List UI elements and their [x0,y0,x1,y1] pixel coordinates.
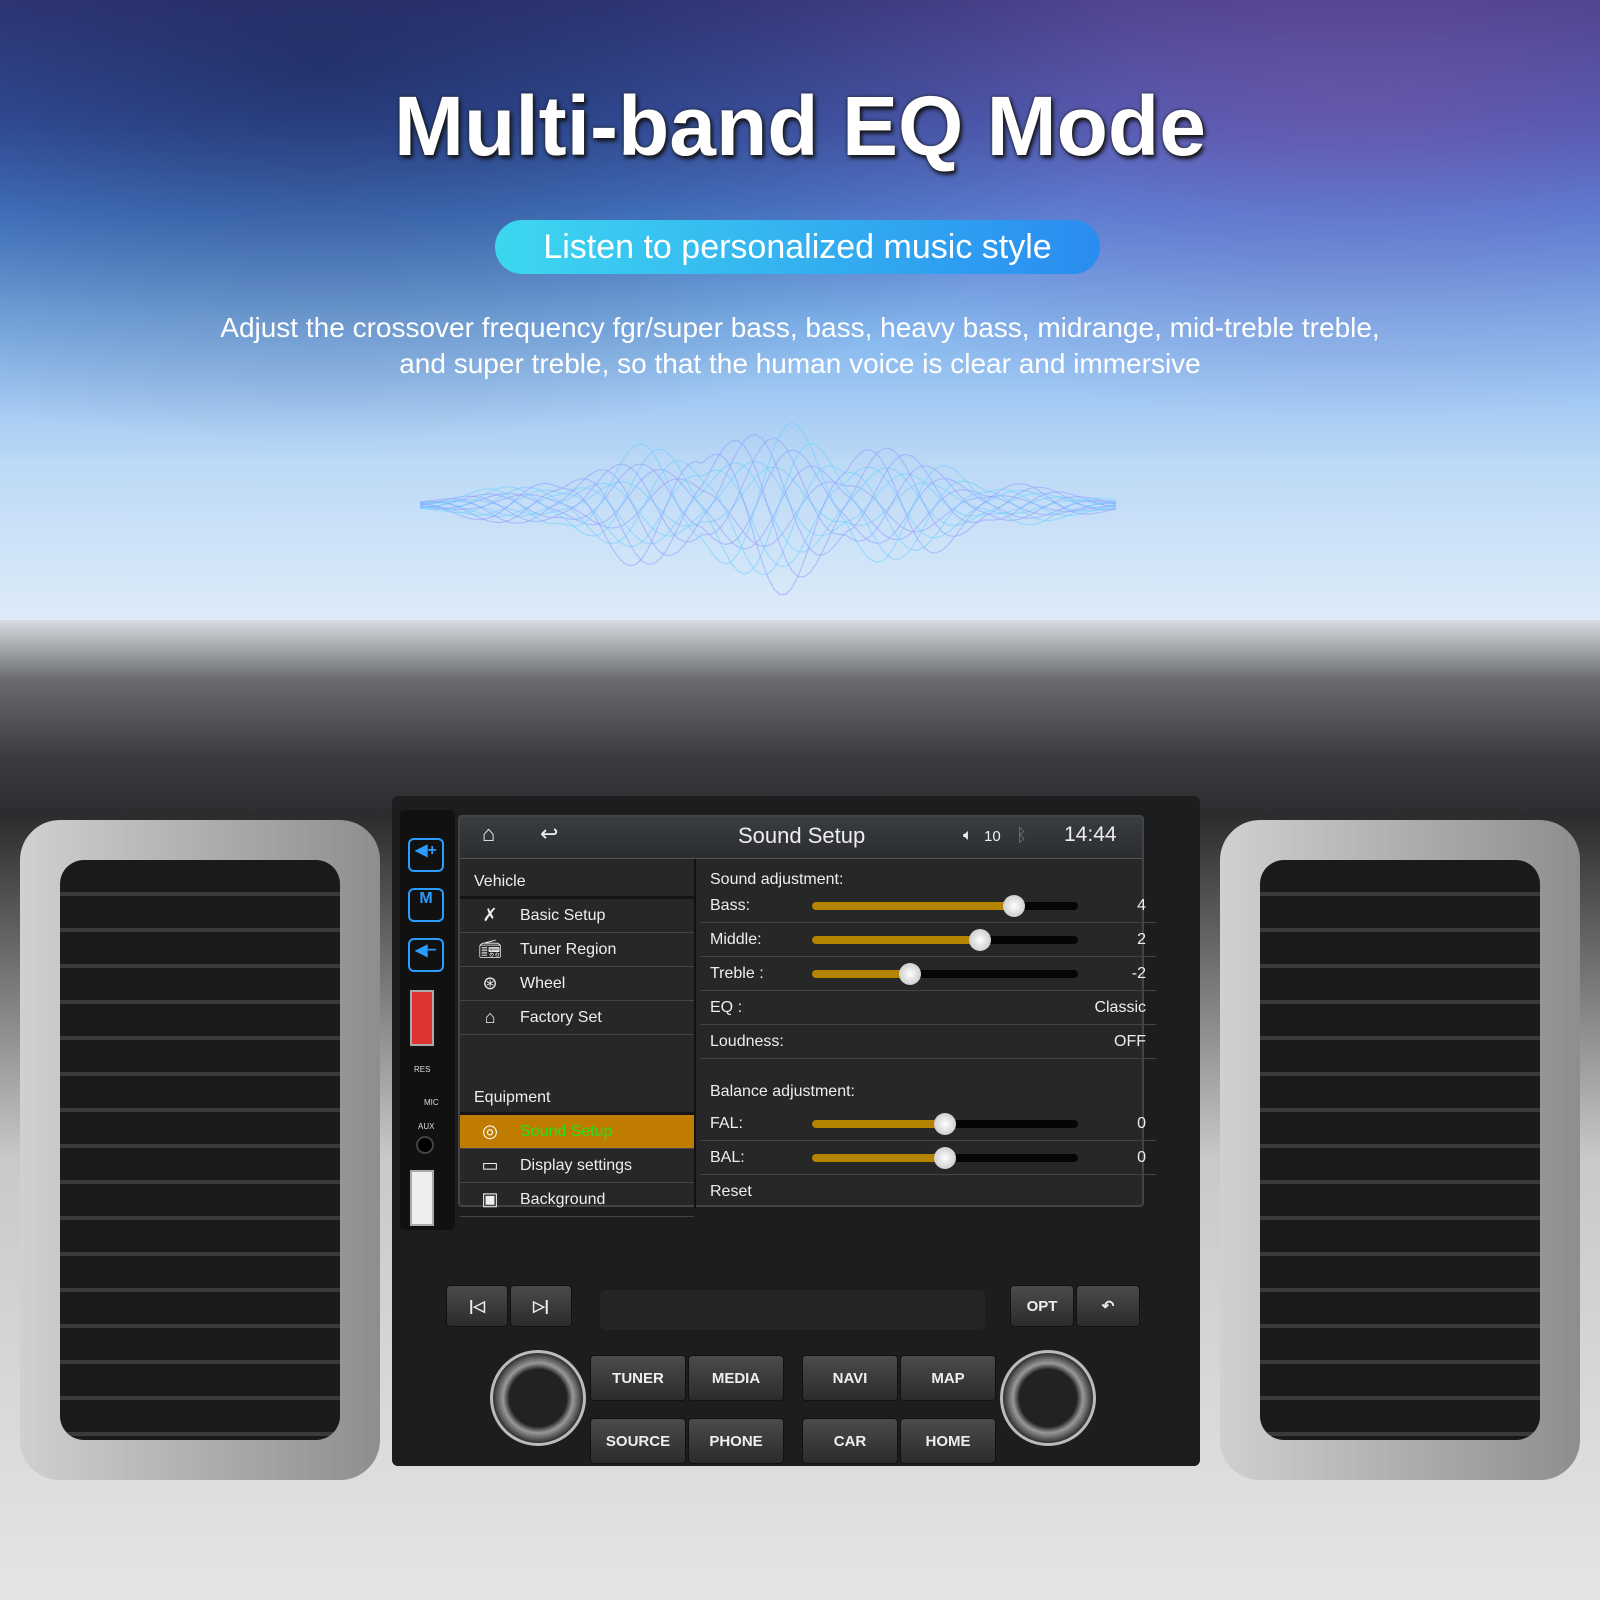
wave-line [420,466,1117,567]
middle-value: 2 [1137,930,1146,948]
menu-item-tuner-region[interactable]: 📻︎ Tuner Region [460,933,694,967]
navi-button[interactable]: NAVI [802,1355,898,1401]
volume-icon: 🔈︎ [963,827,973,844]
prev-track-button[interactable]: |◁ [446,1285,508,1327]
menu-item-factory-set[interactable]: ⌂ Factory Set [460,1001,694,1035]
menu-item-background[interactable]: ▣ Background [460,1183,694,1217]
header-bar: ⌂ ↩ Sound Setup 🔈︎ 10 ᛒ 14:44 [460,817,1142,859]
disc-slot [600,1290,985,1330]
back-icon[interactable]: ↩ [540,821,558,847]
image-icon: ▣ [481,1189,499,1209]
opt-button[interactable]: OPT [1010,1285,1074,1327]
bluetooth-icon: ᛒ [1016,825,1027,845]
screen: ⌂ ↩ Sound Setup 🔈︎ 10 ᛒ 14:44 Vehicle ✗ B… [458,815,1156,1217]
loudness-value: OFF [1114,1032,1146,1050]
reset-button[interactable]: Reset [700,1175,1156,1209]
media-button[interactable]: MEDIA [688,1355,784,1401]
settings-menu: Vehicle ✗ Basic Setup 📻︎ Tuner Region ⊛ Whe… [460,859,696,1217]
loudness-row[interactable]: Loudness: OFF [700,1025,1156,1059]
soundwave-graphic [420,422,1117,596]
res-label: RES [414,1065,431,1074]
steering-wheel-icon: ⊛ [482,973,498,993]
bass-value: 4 [1137,896,1146,914]
eq-value: Classic [1094,998,1146,1016]
menu-item-sound-setup[interactable]: ◎ Sound Setup [460,1115,694,1149]
hero-title: Multi-band EQ Mode [394,79,1206,173]
phone-button[interactable]: PHONE [688,1418,784,1464]
treble-row: Treble : -2 [700,957,1156,991]
menu-item-basic-setup[interactable]: ✗ Basic Setup [460,899,694,933]
car-button[interactable]: CAR [802,1418,898,1464]
tools-icon: ✗ [482,905,498,925]
menu-label: Background [520,1190,606,1208]
speaker-icon: ◎ [482,1121,498,1141]
fal-slider[interactable] [812,1113,1078,1135]
left-air-vent [20,820,380,1480]
usb-port-charge[interactable] [410,990,434,1046]
menu-item-display-settings[interactable]: ▭ Display settings [460,1149,694,1183]
aux-jack[interactable] [416,1136,434,1154]
factory-icon: ⌂ [484,1007,496,1027]
desc-line-2: and super treble, so that the human voic… [399,348,1201,379]
bass-row: Bass: 4 [700,889,1156,923]
fal-row: FAL: 0 [700,1107,1156,1141]
page-title: Sound Setup [738,823,866,848]
menu-label: Tuner Region [520,940,617,958]
bal-label: BAL: [710,1148,745,1166]
left-knob[interactable] [490,1350,586,1446]
bal-slider[interactable] [812,1147,1078,1169]
desc-line-1: Adjust the crossover frequency fgr/super… [220,312,1380,343]
loudness-label: Loudness: [710,1032,784,1050]
volume-level: 10 [984,828,1001,845]
volume-down-button[interactable]: ◀− [408,938,444,972]
wave-line [420,422,1117,565]
hero-description: Adjust the crossover frequency fgr/super… [0,310,1600,382]
return-button[interactable]: ↶ [1076,1285,1140,1327]
fal-value: 0 [1137,1114,1146,1132]
menu-label: Basic Setup [520,906,606,924]
menu-label: Display settings [520,1156,633,1174]
treble-label: Treble : [710,964,764,982]
bass-slider[interactable] [812,895,1078,917]
middle-row: Middle: 2 [700,923,1156,957]
sound-panel: Sound adjustment: Bass: 4 Middle: 2 Treble… [700,859,1156,1209]
fal-label: FAL: [710,1114,743,1132]
balance-heading: Balance adjustment: [710,1083,855,1100]
hero-subtitle: Listen to personalized music style [495,220,1100,274]
home-button[interactable]: HOME [900,1418,996,1464]
clock: 14:44 [1064,823,1117,846]
display-icon: ▭ [481,1155,499,1175]
power-mode-button[interactable]: M [408,888,444,922]
bal-row: BAL: 0 [700,1141,1156,1175]
map-button[interactable]: MAP [900,1355,996,1401]
right-knob[interactable] [1000,1350,1096,1446]
radio-icon: 📻︎ [478,939,502,959]
mic-label: MIC [424,1098,439,1107]
eq-row[interactable]: EQ : Classic [700,991,1156,1025]
vehicle-section-label: Vehicle [460,859,694,899]
tuner-button[interactable]: TUNER [590,1355,686,1401]
menu-label: Sound Setup [520,1122,613,1140]
side-controls: ◀+ M ◀− RES MIC AUX [400,810,455,1230]
volume-up-button[interactable]: ◀+ [408,838,444,872]
menu-label: Factory Set [520,1008,602,1026]
middle-slider[interactable] [812,929,1078,951]
next-track-button[interactable]: ▷| [510,1285,572,1327]
right-air-vent [1220,820,1580,1480]
eq-label: EQ : [710,998,743,1016]
source-button[interactable]: SOURCE [590,1418,686,1464]
sound-heading: Sound adjustment: [710,871,844,888]
home-icon[interactable]: ⌂ [482,821,495,847]
treble-value: -2 [1131,964,1146,982]
hero-banner: Multi-band EQ Mode Listen to personalize… [0,0,1600,660]
usb-port-music[interactable] [410,1170,434,1226]
bal-value: 0 [1137,1148,1146,1166]
aux-label: AUX [418,1122,435,1131]
menu-item-wheel[interactable]: ⊛ Wheel [460,967,694,1001]
treble-slider[interactable] [812,963,1078,985]
middle-label: Middle: [710,930,762,948]
bass-label: Bass: [710,896,751,914]
menu-label: Wheel [520,974,566,992]
equipment-section-label: Equipment [460,1075,694,1115]
